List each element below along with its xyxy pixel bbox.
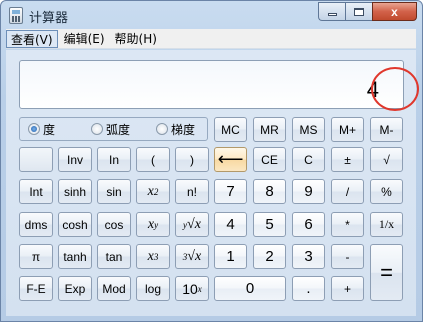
- key-inv[interactable]: Inv: [58, 147, 92, 172]
- key-equals[interactable]: =: [370, 244, 403, 301]
- key-7[interactable]: 7: [214, 179, 247, 204]
- key-x-power-y[interactable]: xy: [136, 212, 170, 237]
- key-tanh[interactable]: tanh: [58, 244, 92, 269]
- result-display: 4: [19, 60, 404, 109]
- key-4[interactable]: 4: [214, 212, 247, 237]
- key-cosh[interactable]: cosh: [58, 212, 92, 237]
- radio-degrees-label: 度: [43, 122, 56, 137]
- radio-degrees[interactable]: 度: [28, 121, 55, 138]
- key-lparen[interactable]: (: [136, 147, 170, 172]
- angle-mode-group: 度 弧度 梯度: [19, 117, 208, 141]
- close-icon: x: [391, 4, 398, 19]
- key-ms[interactable]: MS: [292, 117, 325, 142]
- key-cube-root[interactable]: 3 √ x: [175, 244, 209, 269]
- key-8[interactable]: 8: [253, 179, 286, 204]
- window-title: 计算器: [29, 11, 69, 26]
- calculator-app-icon: [9, 7, 23, 24]
- minimize-icon: [327, 12, 337, 16]
- radio-degrees-indicator: [28, 123, 40, 135]
- title-bar[interactable]: 计算器 x: [1, 1, 422, 29]
- key-3[interactable]: 3: [292, 244, 325, 269]
- key-divide[interactable]: /: [331, 179, 364, 204]
- maximize-button[interactable]: [345, 2, 372, 21]
- highlight-circle: [371, 67, 419, 111]
- key-reciprocal[interactable]: 1/x: [370, 212, 403, 237]
- key-log[interactable]: log: [136, 276, 170, 301]
- menu-edit[interactable]: 编辑(E): [60, 30, 109, 48]
- radio-radians[interactable]: 弧度: [91, 121, 130, 138]
- key-9[interactable]: 9: [292, 179, 325, 204]
- key-plus-minus[interactable]: ±: [331, 147, 364, 172]
- radio-gradians-indicator: [156, 123, 169, 135]
- key-add[interactable]: +: [331, 276, 364, 301]
- key-blank: [19, 147, 53, 172]
- key-6[interactable]: 6: [292, 212, 325, 237]
- key-m-plus[interactable]: M+: [331, 117, 364, 142]
- key-rparen[interactable]: ): [175, 147, 209, 172]
- radio-gradians[interactable]: 梯度: [156, 121, 195, 138]
- radio-radians-label: 弧度: [106, 122, 131, 137]
- key-factorial[interactable]: n!: [175, 179, 209, 204]
- key-mc[interactable]: MC: [214, 117, 247, 142]
- key-ce[interactable]: CE: [253, 147, 286, 172]
- key-dms[interactable]: dms: [19, 212, 53, 237]
- radio-radians-indicator: [91, 123, 104, 135]
- menu-view[interactable]: 查看(V): [6, 29, 58, 48]
- radio-gradians-label: 梯度: [171, 122, 196, 137]
- key-5[interactable]: 5: [253, 212, 286, 237]
- key-sqrt[interactable]: √: [370, 147, 403, 172]
- key-sin[interactable]: sin: [97, 179, 131, 204]
- key-c[interactable]: C: [292, 147, 325, 172]
- key-sinh[interactable]: sinh: [58, 179, 92, 204]
- key-exp[interactable]: Exp: [58, 276, 92, 301]
- close-button[interactable]: x: [372, 2, 417, 21]
- key-decimal[interactable]: .: [292, 276, 325, 301]
- key-percent[interactable]: %: [370, 179, 403, 204]
- backspace-arrow-icon: ⟵: [217, 149, 244, 169]
- key-subtract[interactable]: -: [331, 244, 364, 269]
- key-m-minus[interactable]: M-: [370, 117, 403, 142]
- key-int[interactable]: Int: [19, 179, 53, 204]
- key-tan[interactable]: tan: [97, 244, 131, 269]
- key-x-squared[interactable]: x2: [136, 179, 170, 204]
- menu-help[interactable]: 帮助(H): [111, 30, 161, 48]
- key-cos[interactable]: cos: [97, 212, 131, 237]
- key-mod[interactable]: Mod: [97, 276, 131, 301]
- key-x-cubed[interactable]: x3: [136, 244, 170, 269]
- key-fe[interactable]: F-E: [19, 276, 53, 301]
- key-pi[interactable]: π: [19, 244, 53, 269]
- key-multiply[interactable]: *: [331, 212, 364, 237]
- maximize-icon: [354, 7, 364, 16]
- key-ten-power-x[interactable]: 10 x: [175, 276, 209, 301]
- key-ln[interactable]: In: [97, 147, 131, 172]
- key-mr[interactable]: MR: [253, 117, 286, 142]
- key-0[interactable]: 0: [214, 276, 286, 301]
- key-backspace[interactable]: ⟵: [214, 147, 247, 172]
- key-2[interactable]: 2: [253, 244, 286, 269]
- minimize-button[interactable]: [318, 2, 345, 21]
- key-y-root-x[interactable]: y √ x: [175, 212, 209, 237]
- menu-bar: 查看(V) 编辑(E) 帮助(H): [6, 29, 416, 49]
- key-1[interactable]: 1: [214, 244, 247, 269]
